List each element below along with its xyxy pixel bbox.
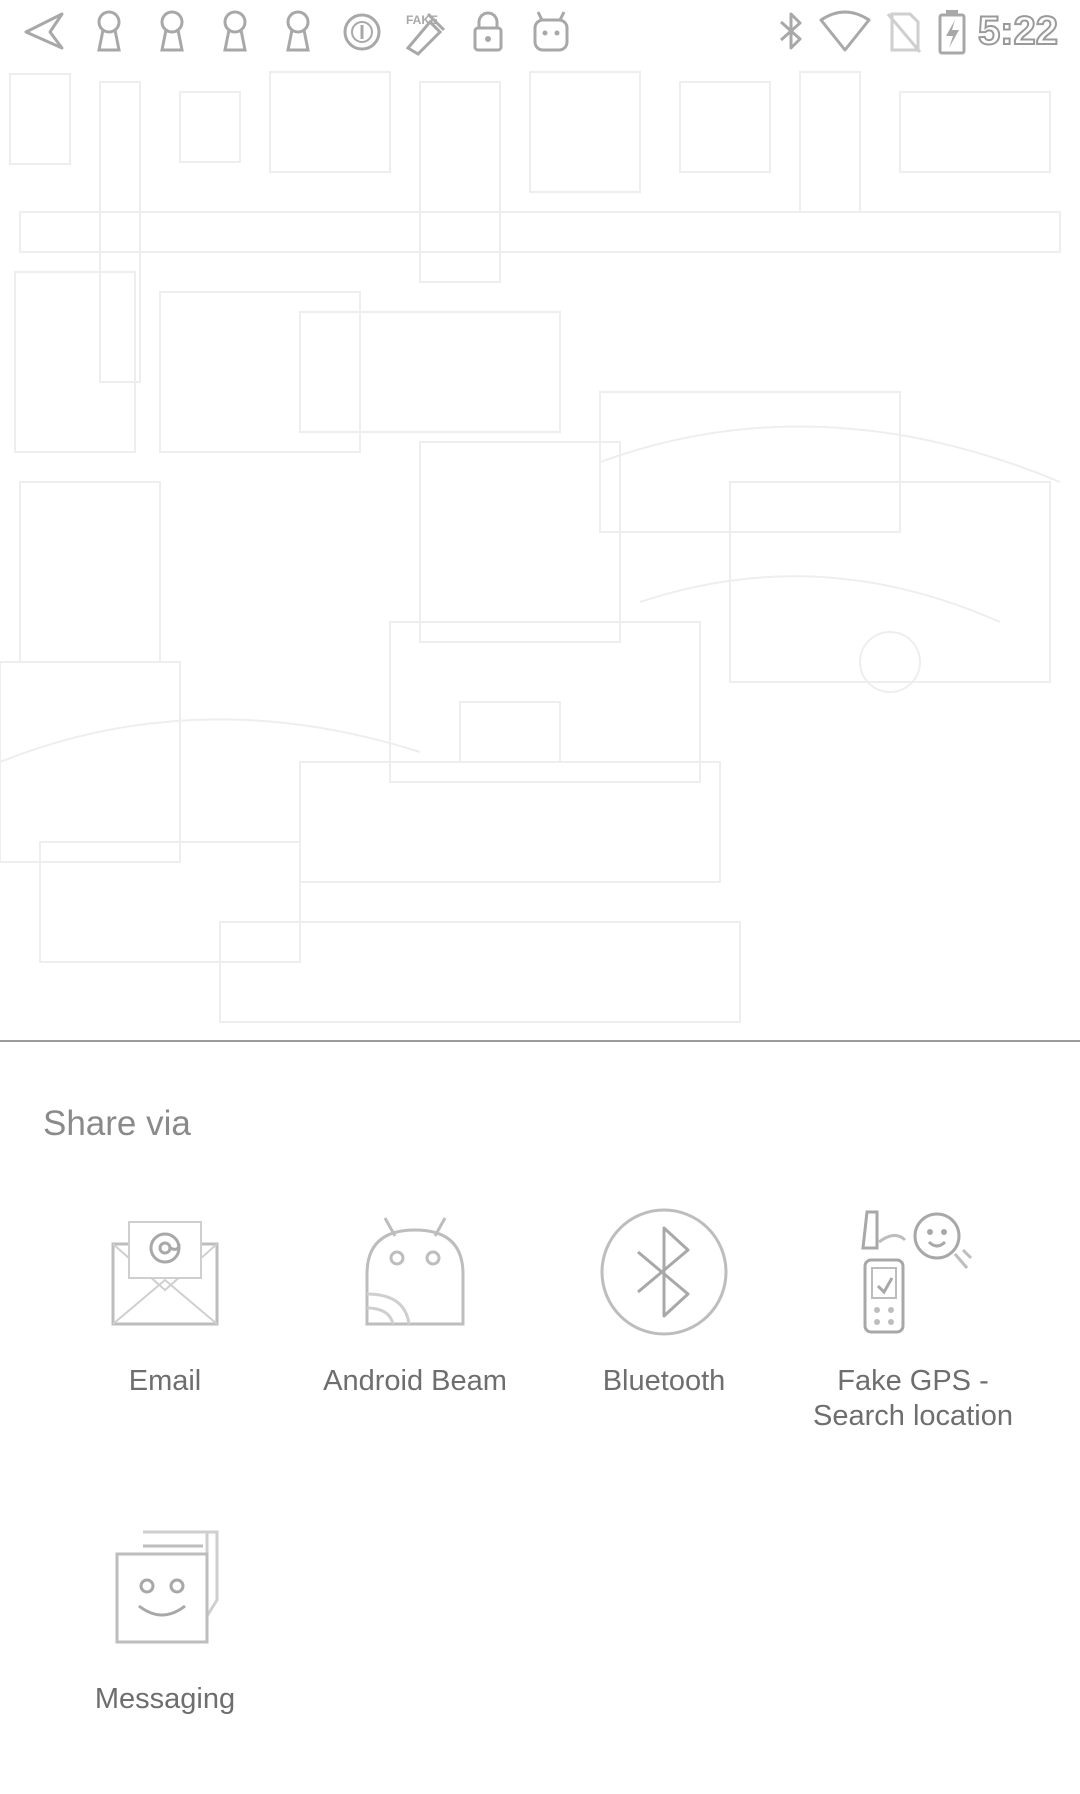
share-target-fake-gps[interactable]: Fake GPS - Search location [788, 1202, 1038, 1434]
share-target-label: Messaging [94, 1683, 236, 1715]
fake-gps-app-icon [843, 1202, 983, 1342]
no-sim-icon [884, 8, 924, 54]
share-target-label: Fake GPS - Search location [813, 1365, 1013, 1432]
wifi-icon [818, 8, 872, 54]
share-target-messaging[interactable]: Messaging [40, 1520, 290, 1717]
share-target-label: Email [128, 1365, 202, 1397]
screen: FAKE 5:22 Share via Email Android Beam B… [0, 0, 1080, 1794]
bluetooth-icon [594, 1202, 734, 1342]
share-target-email[interactable]: Email [40, 1202, 290, 1399]
share-sheet: Share via Email Android Beam Bluetooth F… [0, 1040, 1080, 1794]
svg-text:FAKE: FAKE [406, 13, 438, 27]
background-content [0, 62, 1080, 1040]
keyhole-icon [218, 8, 252, 54]
android-beam-icon [345, 1202, 485, 1342]
bluetooth-status-icon [774, 8, 808, 54]
keyhole-icon [92, 8, 126, 54]
battery-charging-icon [936, 8, 968, 55]
share-target-bluetooth[interactable]: Bluetooth [539, 1202, 789, 1399]
back-arrow-icon[interactable] [20, 8, 68, 54]
status-bar: FAKE 5:22 [0, 0, 1080, 62]
status-clock: 5:22 [977, 8, 1059, 54]
share-sheet-title: Share via [43, 1104, 191, 1143]
circle-badge-icon [342, 8, 382, 54]
keyhole-icon [155, 8, 189, 54]
email-icon [95, 1202, 235, 1342]
share-target-android-beam[interactable]: Android Beam [290, 1202, 540, 1399]
share-target-label: Bluetooth [602, 1365, 726, 1397]
keyhole-icon [281, 8, 315, 54]
lock-icon [470, 8, 506, 54]
android-face-icon [530, 8, 572, 54]
messaging-icon [95, 1520, 235, 1660]
share-target-label: Android Beam [323, 1365, 507, 1397]
fake-gps-icon: FAKE [400, 8, 450, 56]
